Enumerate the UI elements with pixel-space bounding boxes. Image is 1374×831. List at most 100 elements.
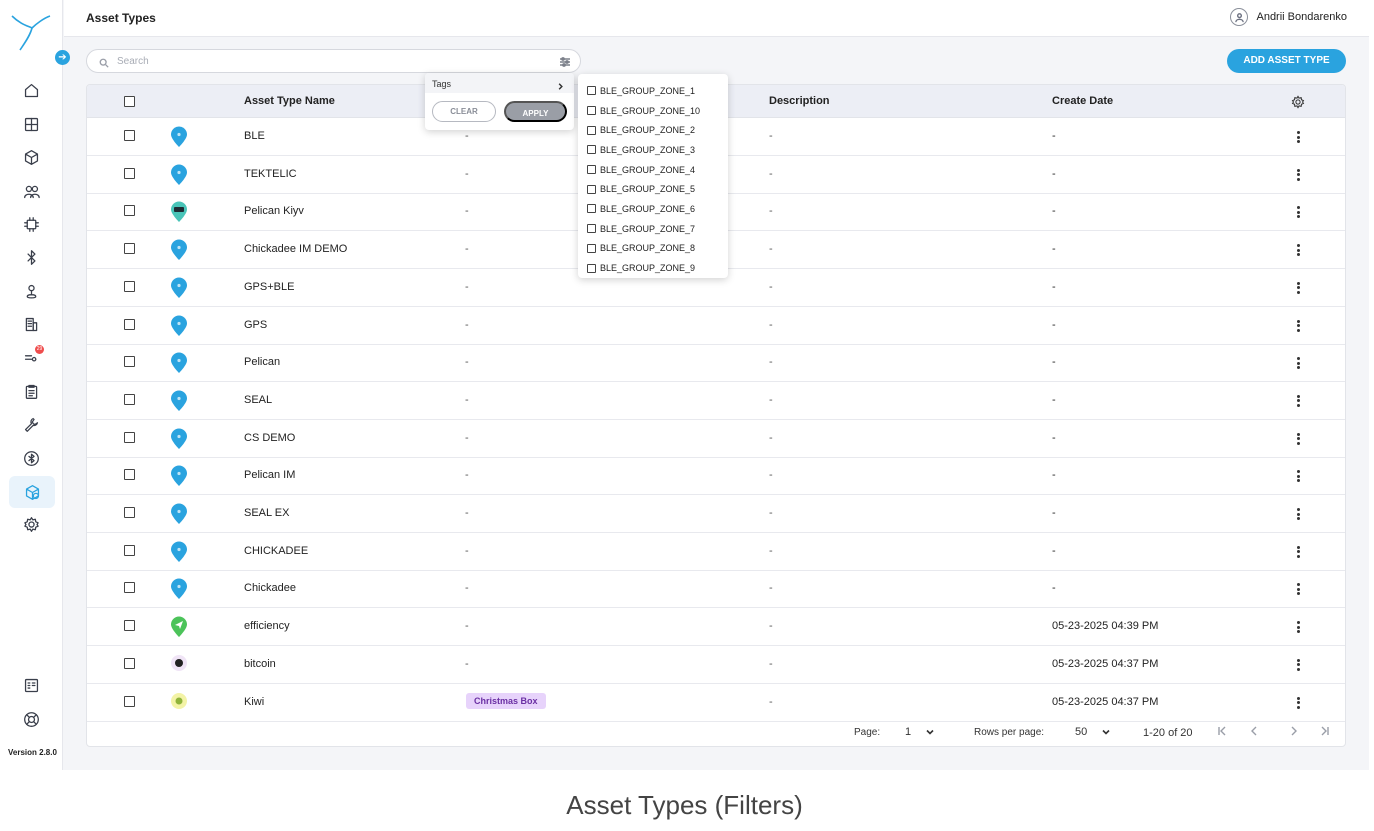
- row-more-options-icon[interactable]: [1294, 167, 1302, 183]
- row-checkbox[interactable]: [124, 431, 135, 443]
- table-row[interactable]: GPS - - -: [87, 307, 1345, 345]
- prev-page-icon[interactable]: [1248, 725, 1262, 739]
- settings-gear-icon[interactable]: [18, 511, 44, 537]
- filter-sliders-icon[interactable]: [559, 55, 572, 68]
- row-name[interactable]: Pelican Kiyv: [244, 205, 304, 217]
- row-more-options-icon[interactable]: [1294, 355, 1302, 371]
- sidebar-collapse-button[interactable]: ➔: [55, 50, 70, 65]
- row-name[interactable]: GPS+BLE: [244, 281, 294, 293]
- row-more-options-icon[interactable]: [1294, 280, 1302, 296]
- row-name[interactable]: Chickadee IM DEMO: [244, 243, 347, 255]
- tag-option-checkbox[interactable]: [587, 106, 596, 116]
- logs-icon[interactable]: [18, 672, 44, 698]
- table-row[interactable]: CHICKADEE - - -: [87, 533, 1345, 571]
- last-page-icon[interactable]: [1319, 725, 1333, 739]
- row-name[interactable]: bitcoin: [244, 658, 276, 670]
- row-checkbox[interactable]: [124, 356, 135, 368]
- tag-option[interactable]: BLE_GROUP_ZONE_8: [578, 239, 728, 259]
- row-checkbox[interactable]: [124, 243, 135, 255]
- first-page-icon[interactable]: [1216, 725, 1230, 739]
- row-checkbox[interactable]: [124, 582, 135, 594]
- tag-option-checkbox[interactable]: [587, 145, 596, 155]
- row-name[interactable]: Pelican IM: [244, 469, 295, 481]
- row-checkbox[interactable]: [124, 205, 135, 217]
- apply-filter-button[interactable]: APPLY: [504, 101, 567, 122]
- bluetooth-icon[interactable]: [18, 244, 44, 270]
- row-name[interactable]: TEKTELIC: [244, 168, 297, 180]
- home-icon[interactable]: [18, 77, 44, 103]
- table-row[interactable]: Kiwi Christmas Box - 05-23-2025 04:37 PM: [87, 684, 1345, 722]
- row-checkbox[interactable]: [124, 544, 135, 556]
- row-name[interactable]: Pelican: [244, 356, 280, 368]
- column-header-create-date[interactable]: Create Date: [1052, 95, 1113, 107]
- row-checkbox[interactable]: [124, 657, 135, 669]
- tag-option-checkbox[interactable]: [587, 165, 596, 175]
- row-tag-chip[interactable]: Christmas Box: [466, 692, 546, 709]
- wrench-icon[interactable]: [18, 411, 44, 437]
- row-name[interactable]: Kiwi: [244, 696, 264, 708]
- next-page-icon[interactable]: [1288, 725, 1302, 739]
- row-more-options-icon[interactable]: [1294, 204, 1302, 220]
- building-icon[interactable]: [18, 311, 44, 337]
- asset-types-icon[interactable]: [9, 476, 55, 508]
- select-all-checkbox[interactable]: [124, 96, 135, 107]
- row-checkbox[interactable]: [124, 620, 135, 632]
- row-more-options-icon[interactable]: [1294, 657, 1302, 673]
- row-name[interactable]: efficiency: [244, 620, 290, 632]
- row-more-options-icon[interactable]: [1294, 393, 1302, 409]
- table-row[interactable]: efficiency - - 05-23-2025 04:39 PM: [87, 608, 1345, 647]
- row-name[interactable]: BLE: [244, 130, 265, 142]
- column-settings-gear-icon[interactable]: [1291, 95, 1305, 109]
- row-more-options-icon[interactable]: [1294, 129, 1302, 145]
- user-avatar-icon[interactable]: [1230, 8, 1249, 26]
- rules-icon[interactable]: 29: [18, 344, 44, 370]
- users-icon[interactable]: [18, 178, 44, 204]
- row-checkbox[interactable]: [124, 130, 135, 141]
- table-row[interactable]: SEAL - - -: [87, 382, 1345, 420]
- tag-option[interactable]: BLE_GROUP_ZONE_5: [578, 179, 728, 199]
- add-asset-type-button[interactable]: ADD ASSET TYPE: [1227, 49, 1346, 73]
- row-name[interactable]: GPS: [244, 319, 267, 331]
- clipboard-icon[interactable]: [18, 378, 44, 404]
- row-checkbox[interactable]: [124, 507, 135, 518]
- tag-option[interactable]: BLE_GROUP_ZONE_1: [578, 81, 728, 101]
- tag-option[interactable]: BLE_GROUP_ZONE_9: [578, 258, 728, 278]
- row-checkbox[interactable]: [124, 469, 135, 481]
- rows-per-page-select[interactable]: 50: [1075, 726, 1111, 738]
- bluetooth-circle-icon[interactable]: [18, 445, 44, 471]
- table-row[interactable]: Pelican IM - - -: [87, 457, 1345, 496]
- search-input[interactable]: [117, 55, 537, 67]
- column-header-name[interactable]: Asset Type Name: [244, 95, 335, 107]
- tag-option-checkbox[interactable]: [587, 243, 596, 253]
- row-name[interactable]: CS DEMO: [244, 432, 295, 444]
- tag-option-checkbox[interactable]: [587, 86, 596, 96]
- column-header-description[interactable]: Description: [769, 95, 830, 107]
- tag-option[interactable]: BLE_GROUP_ZONE_2: [578, 120, 728, 140]
- location-person-icon[interactable]: [18, 278, 44, 304]
- row-name[interactable]: Chickadee: [244, 582, 296, 594]
- row-more-options-icon[interactable]: [1294, 242, 1302, 258]
- tag-option[interactable]: BLE_GROUP_ZONE_6: [578, 199, 728, 219]
- row-name[interactable]: SEAL: [244, 394, 272, 406]
- row-more-options-icon[interactable]: [1294, 695, 1302, 711]
- tag-option[interactable]: BLE_GROUP_ZONE_4: [578, 160, 728, 180]
- chip-icon[interactable]: [18, 211, 44, 237]
- table-row[interactable]: bitcoin - - 05-23-2025 04:37 PM: [87, 646, 1345, 684]
- page-select[interactable]: 1: [905, 726, 935, 738]
- tag-option-checkbox[interactable]: [587, 204, 596, 214]
- tag-option[interactable]: BLE_GROUP_ZONE_7: [578, 219, 728, 239]
- tag-option-checkbox[interactable]: [587, 184, 596, 194]
- clear-filter-button[interactable]: CLEAR: [432, 101, 496, 122]
- table-row[interactable]: Pelican - - -: [87, 344, 1345, 383]
- row-checkbox[interactable]: [124, 393, 135, 405]
- table-row[interactable]: CS DEMO - - -: [87, 420, 1345, 458]
- tag-option-checkbox[interactable]: [587, 125, 596, 135]
- table-row[interactable]: Chickadee - - -: [87, 570, 1345, 609]
- tag-option-checkbox[interactable]: [587, 263, 596, 273]
- row-checkbox[interactable]: [124, 280, 135, 292]
- user-menu[interactable]: Andrii Bondarenko: [1230, 8, 1347, 26]
- tag-option[interactable]: BLE_GROUP_ZONE_3: [578, 140, 728, 160]
- row-checkbox[interactable]: [124, 167, 135, 179]
- help-lifebuoy-icon[interactable]: [18, 706, 44, 732]
- row-more-options-icon[interactable]: [1294, 544, 1302, 560]
